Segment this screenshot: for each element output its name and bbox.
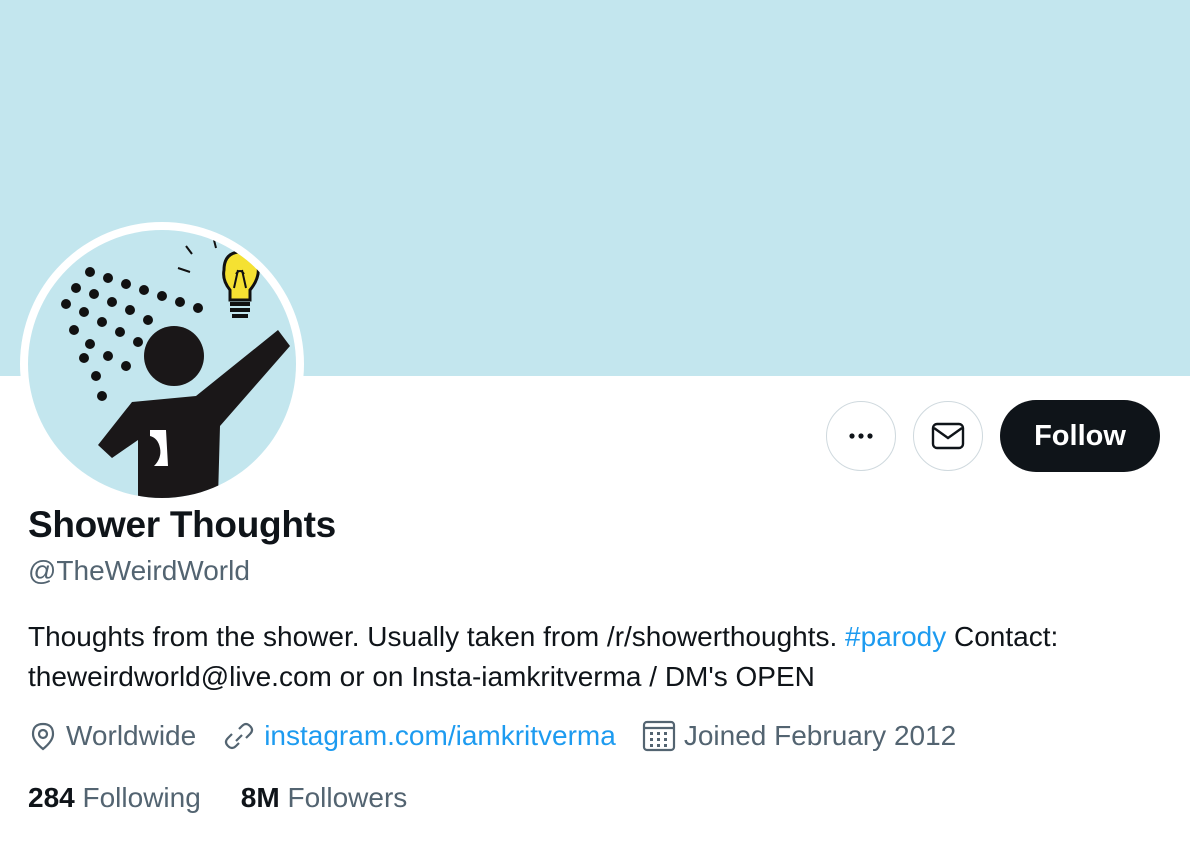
avatar[interactable] [20, 222, 304, 506]
followers-label: Followers [287, 782, 408, 813]
profile-name: Shower Thoughts [28, 504, 336, 545]
shower-thought-logo [28, 230, 296, 498]
hashtag-link[interactable]: #parody [845, 621, 946, 652]
location-pin-icon [31, 722, 55, 751]
calendar-icon [642, 720, 675, 752]
bio-text: Thoughts from the shower. Usually taken … [28, 621, 838, 652]
link-icon [225, 722, 254, 750]
website[interactable]: instagram.com/iamkritverma [222, 720, 616, 752]
profile-stats: 284 Following 8M Followers [28, 782, 447, 814]
follow-button[interactable]: Follow [1000, 400, 1160, 472]
message-button[interactable] [913, 401, 983, 471]
profile-actions: Follow [826, 400, 1160, 472]
profile-handle: @TheWeirdWorld [28, 555, 250, 586]
location: Worldwide [28, 720, 196, 752]
profile-bio: Thoughts from the shower. Usually taken … [28, 617, 1168, 697]
website-link[interactable]: instagram.com/iamkritverma [264, 720, 616, 752]
following-label: Following [82, 782, 201, 813]
more-horizontal-icon [849, 433, 873, 439]
more-button[interactable] [826, 401, 896, 471]
avatar-image [28, 230, 296, 498]
envelope-icon [931, 422, 965, 450]
joined-text: Joined February 2012 [683, 720, 957, 751]
location-text: Worldwide [66, 720, 197, 751]
following-count: 284 [28, 782, 75, 813]
followers-link[interactable]: 8M Followers [241, 782, 408, 814]
joined-date: Joined February 2012 [642, 720, 956, 752]
profile-meta: Worldwide instagram.com/iamkritverma Joi… [28, 720, 982, 752]
followers-count: 8M [240, 782, 280, 813]
following-link[interactable]: 284 Following [28, 782, 201, 814]
